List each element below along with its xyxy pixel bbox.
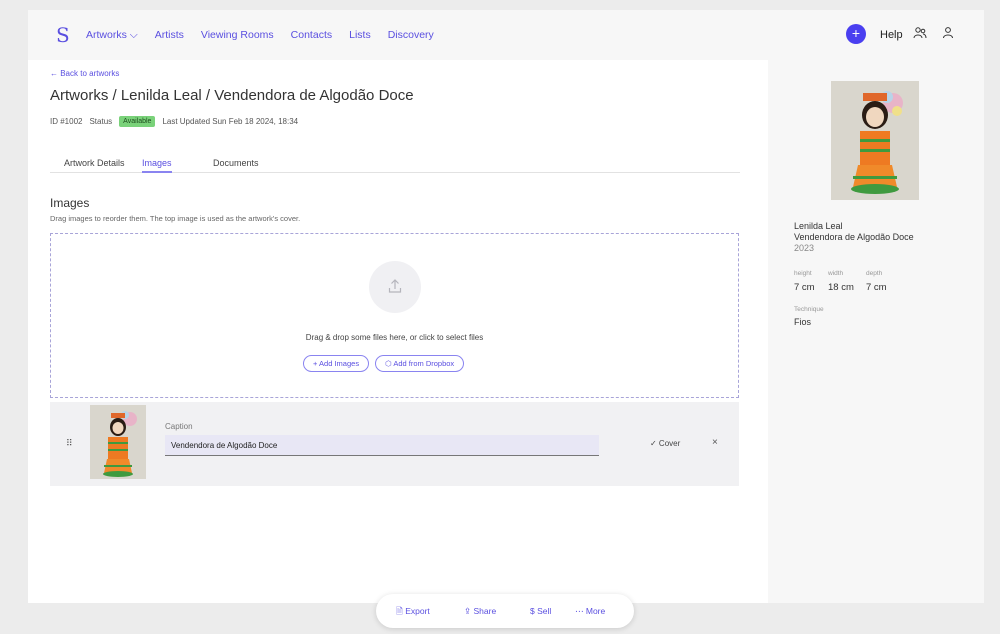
nav-item-viewing-rooms[interactable]: Viewing Rooms bbox=[201, 29, 274, 42]
tab-images[interactable]: Images bbox=[142, 158, 172, 173]
app-logo[interactable]: S bbox=[56, 23, 70, 47]
add-images-button[interactable]: + Add Images bbox=[303, 355, 370, 372]
last-updated: Last Updated Sun Feb 18 2024, 18:34 bbox=[162, 117, 299, 126]
depth-label: depth bbox=[866, 270, 883, 277]
images-section-title: Images bbox=[50, 196, 90, 210]
users-icon[interactable] bbox=[913, 26, 927, 40]
artwork-id: ID #1002 bbox=[50, 117, 83, 126]
nav-item-discovery[interactable]: Discovery bbox=[388, 29, 434, 42]
share-button[interactable]: ⇪ Share bbox=[464, 606, 496, 617]
export-label: Export bbox=[405, 606, 430, 616]
sell-button[interactable]: $ Sell bbox=[530, 606, 551, 616]
status-badge: Available bbox=[119, 116, 156, 127]
width-label: width bbox=[828, 270, 844, 277]
nav-item-contacts[interactable]: Contacts bbox=[291, 29, 332, 42]
nav-item-artists[interactable]: Artists bbox=[155, 29, 184, 42]
sidebar-artist-name: Lenilda Leal bbox=[794, 221, 843, 231]
create-plus-button[interactable]: + bbox=[846, 24, 866, 44]
main-panel: ← Back to artworks Artworks / Lenilda Le… bbox=[28, 60, 768, 603]
artwork-thumbnail bbox=[90, 405, 146, 479]
caption-input[interactable] bbox=[165, 435, 599, 456]
sidebar-artwork-year: 2023 bbox=[794, 243, 815, 253]
tab-artwork-details[interactable]: Artwork Details bbox=[64, 158, 125, 168]
export-icon: 🗎 bbox=[396, 606, 403, 616]
sidebar-artwork-title: Vendendora de Algodão Doce bbox=[794, 232, 914, 242]
artwork-meta: ID #1002 Status Available Last Updated S… bbox=[50, 116, 298, 127]
width-value: 18 cm bbox=[828, 282, 854, 293]
dollar-icon: $ bbox=[530, 606, 535, 616]
cover-toggle[interactable]: ✓ Cover bbox=[650, 439, 680, 448]
user-icon[interactable] bbox=[942, 26, 954, 40]
artwork-tabs: Artwork Details Images Documents bbox=[50, 156, 740, 173]
more-label: More bbox=[585, 606, 606, 616]
status-label: Status bbox=[89, 117, 113, 126]
image-list-item[interactable]: ⠿ Caption ✓ Cover × bbox=[50, 402, 739, 486]
page-title: Artworks / Lenilda Leal / Vendendora de … bbox=[50, 87, 414, 104]
share-label: Share bbox=[473, 606, 497, 616]
artwork-cover-image bbox=[831, 81, 919, 200]
top-navigation: S Artworks ⌵ Artists Viewing Rooms Conta… bbox=[28, 10, 984, 60]
export-button[interactable]: 🗎 Export bbox=[396, 606, 430, 620]
add-from-dropbox-button[interactable]: ⬡ Add from Dropbox bbox=[375, 355, 465, 372]
drag-handle-icon[interactable]: ⠿ bbox=[66, 438, 73, 449]
technique-label: Technique bbox=[794, 306, 824, 313]
more-button[interactable]: ⋯ More bbox=[575, 606, 605, 617]
tab-documents[interactable]: Documents bbox=[213, 158, 259, 168]
dropbox-icon: ⬡ bbox=[385, 359, 392, 368]
figurine-image bbox=[90, 405, 146, 479]
height-value: 7 cm bbox=[794, 282, 815, 293]
artwork-summary-sidebar: Lenilda Leal Vendendora de Algodão Doce … bbox=[768, 60, 984, 603]
more-icon: ⋯ bbox=[575, 606, 584, 616]
upload-icon bbox=[388, 279, 402, 293]
caption-label: Caption bbox=[165, 422, 193, 431]
depth-value: 7 cm bbox=[866, 282, 887, 293]
figurine-large-image bbox=[831, 81, 919, 200]
technique-value: Fios bbox=[794, 317, 812, 327]
help-link[interactable]: Help bbox=[880, 29, 903, 41]
floating-action-bar: 🗎 Export ⇪ Share $ Sell ⋯ More bbox=[376, 594, 634, 628]
height-label: height bbox=[794, 270, 812, 277]
sell-label: Sell bbox=[537, 606, 552, 616]
images-section-description: Drag images to reorder them. The top ima… bbox=[50, 214, 301, 223]
dropzone-buttons: + Add Images ⬡ Add from Dropbox bbox=[303, 355, 465, 372]
image-dropzone[interactable]: Drag & drop some files here, or click to… bbox=[50, 233, 739, 398]
remove-image-icon[interactable]: × bbox=[712, 437, 718, 448]
nav-item-lists[interactable]: Lists bbox=[349, 29, 371, 42]
main-nav: Artworks ⌵ Artists Viewing Rooms Contact… bbox=[86, 29, 434, 42]
back-to-artworks-link[interactable]: ← Back to artworks bbox=[50, 69, 119, 78]
upload-area-circle bbox=[369, 261, 421, 313]
dropzone-instructions: Drag & drop some files here, or click to… bbox=[305, 333, 484, 342]
nav-item-artworks[interactable]: Artworks ⌵ bbox=[86, 29, 138, 42]
add-from-dropbox-label: Add from Dropbox bbox=[393, 359, 455, 368]
share-icon: ⇪ bbox=[464, 606, 472, 616]
